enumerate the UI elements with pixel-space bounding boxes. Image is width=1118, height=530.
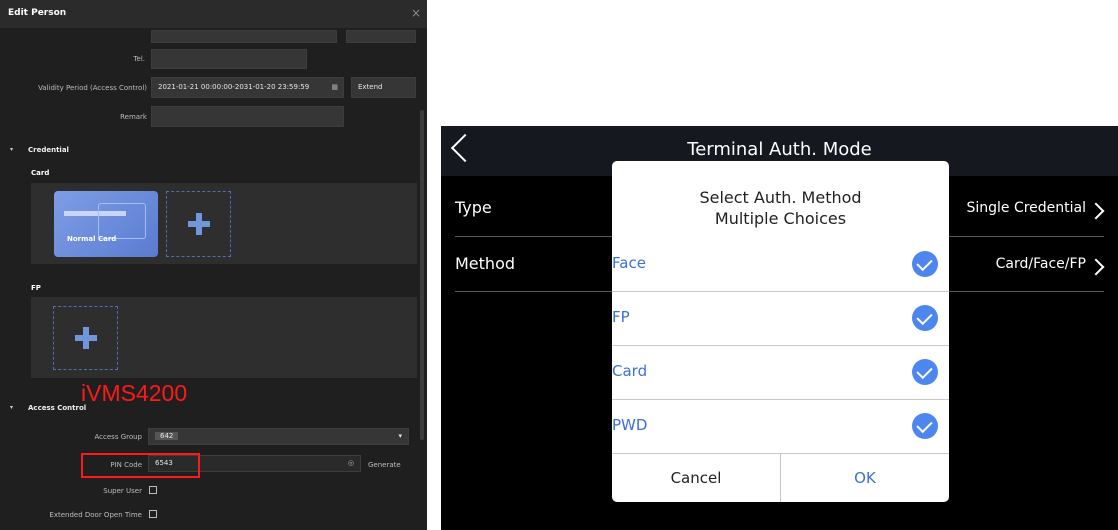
top-field-right[interactable]: [346, 30, 416, 43]
remark-field[interactable]: [151, 106, 344, 127]
screen-title: Terminal Auth. Mode: [687, 139, 872, 160]
window-titlebar: Edit Person ×: [0, 0, 427, 28]
tel-field[interactable]: [151, 49, 307, 69]
extend-label: Extend: [358, 83, 383, 91]
checkmark-icon[interactable]: [912, 305, 938, 331]
card-outline: [98, 203, 146, 239]
option-label: FP: [612, 308, 630, 326]
extended-door-label: Extended Door Open Time: [49, 511, 142, 519]
access-group-label: Access Group: [94, 433, 143, 441]
access-group-value: 642: [155, 432, 179, 440]
ok-button[interactable]: OK: [781, 454, 949, 502]
chevron-down-icon: ▾: [398, 432, 402, 440]
chevron-right-icon: [1087, 258, 1105, 276]
normal-card[interactable]: Normal Card: [54, 191, 158, 257]
dialog-title-line2: Multiple Choices: [714, 209, 847, 228]
collapse-triangle-icon: ▾: [10, 146, 14, 153]
generate-button[interactable]: Generate: [368, 461, 401, 469]
method-label: Method: [455, 254, 516, 273]
method-value: Card/Face/FP: [995, 256, 1086, 272]
option-face[interactable]: Face: [612, 237, 949, 291]
auth-method-dialog: Select Auth. Method Multiple Choices Fac…: [612, 161, 949, 502]
checkmark-icon[interactable]: [912, 359, 938, 385]
chevron-right-icon: [1087, 202, 1105, 220]
collapse-triangle-icon: ▾: [10, 404, 14, 411]
access-group-select[interactable]: 642 ▾: [148, 428, 409, 445]
scrollbar[interactable]: [420, 110, 424, 440]
credential-section-title: Credential: [28, 146, 69, 154]
option-pwd[interactable]: PWD: [612, 399, 949, 453]
terminal-auth-screen: Terminal Auth. Mode Type Single Credenti…: [441, 126, 1118, 530]
validity-label: Validity Period (Access Control): [38, 84, 147, 92]
cancel-button[interactable]: Cancel: [612, 454, 780, 502]
ivms-watermark: iVMS4200: [81, 380, 188, 406]
option-label: Card: [612, 362, 648, 380]
checkmark-icon[interactable]: [912, 413, 938, 439]
type-label: Type: [455, 198, 492, 217]
access-control-section-header[interactable]: ▾ Access Control: [10, 404, 87, 412]
option-label: Face: [612, 254, 646, 272]
add-fp-button[interactable]: [53, 306, 118, 370]
plus-icon-vertical: [195, 213, 202, 235]
remark-label: Remark: [120, 113, 147, 121]
option-card[interactable]: Card: [612, 345, 949, 399]
eye-icon[interactable]: ◎: [348, 456, 354, 471]
calendar-icon[interactable]: ▦: [331, 78, 338, 97]
extend-button[interactable]: Extend: [351, 77, 416, 98]
option-fp[interactable]: FP: [612, 291, 949, 345]
option-label: PWD: [612, 416, 648, 434]
super-user-checkbox[interactable]: [149, 486, 157, 494]
type-value: Single Credential: [966, 200, 1086, 216]
fp-label: FP: [31, 284, 41, 292]
validity-value: 2021-01-21 00:00:00-2031-01-20 23:59:59: [158, 83, 310, 91]
add-card-button[interactable]: [166, 191, 231, 257]
extended-door-checkbox[interactable]: [149, 510, 157, 518]
edit-person-panel: Edit Person × Tel. Validity Period (Acce…: [0, 0, 427, 530]
pin-highlight-box: [81, 453, 200, 478]
super-user-label: Super User: [103, 487, 142, 495]
dialog-title-line1: Select Auth. Method: [699, 188, 862, 207]
close-icon[interactable]: ×: [411, 6, 421, 20]
checkmark-icon[interactable]: [912, 251, 938, 277]
access-control-section-title: Access Control: [28, 404, 87, 412]
tel-label: Tel.: [133, 55, 145, 63]
card-type-label: Normal Card: [67, 235, 117, 243]
plus-icon-vertical: [82, 327, 89, 349]
card-label: Card: [31, 169, 50, 177]
top-field[interactable]: [151, 30, 337, 43]
credential-section-header[interactable]: ▾ Credential: [10, 146, 69, 154]
window-title: Edit Person: [8, 8, 67, 18]
validity-field[interactable]: 2021-01-21 00:00:00-2031-01-20 23:59:59 …: [151, 77, 344, 98]
